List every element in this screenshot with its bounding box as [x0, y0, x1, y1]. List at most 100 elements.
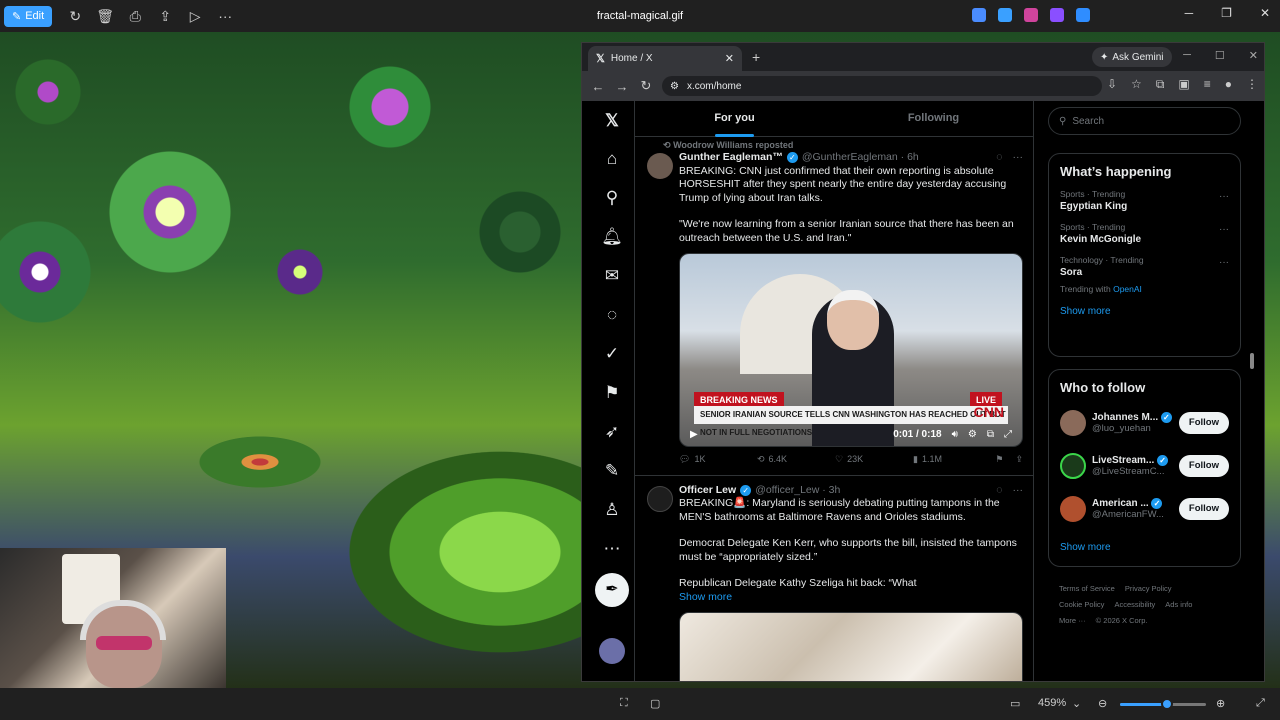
avatar[interactable] — [1060, 409, 1086, 436]
avatar[interactable] — [1060, 452, 1086, 479]
x-logo-icon[interactable]: 𝕏 — [600, 109, 624, 133]
share-icon[interactable]: ⇪ — [1015, 453, 1023, 467]
bookmark-icon[interactable]: ⚑ — [995, 453, 1003, 467]
avatar[interactable] — [647, 485, 673, 512]
chevron-down-icon[interactable]: ⌄ — [1072, 697, 1081, 710]
slideshow-icon[interactable]: ▷ — [180, 8, 210, 25]
zoom-out-icon[interactable]: ⊖ — [1098, 697, 1107, 710]
zoom-slider[interactable] — [1120, 698, 1206, 710]
zoom-in-icon[interactable]: ⊕ — [1216, 697, 1225, 710]
reply-button[interactable]: 💬︎ 1K — [679, 453, 757, 467]
grok-icon[interactable]: ◌ — [600, 303, 624, 327]
tab-home-x[interactable]: 𝕏 Home / X ✕ — [588, 46, 742, 71]
aspect-icon[interactable]: ▭ — [1010, 697, 1020, 710]
follow-button[interactable]: Follow — [1178, 497, 1229, 520]
minimize-icon[interactable]: ─ — [1183, 49, 1191, 62]
reload-icon[interactable]: ↻ — [634, 78, 658, 94]
show-more-link[interactable]: Show more — [1049, 294, 1240, 329]
reading-list-icon[interactable]: ≡ — [1204, 77, 1211, 92]
messages-icon[interactable]: ✉ — [600, 264, 624, 288]
forward-icon[interactable]: → — [610, 79, 634, 94]
grok-icon[interactable]: ◌ — [996, 151, 1002, 165]
more-icon[interactable]: ··· — [1013, 151, 1024, 165]
home-icon[interactable]: ⌂ — [600, 147, 624, 171]
show-more-link[interactable]: Show more — [1049, 530, 1240, 565]
zoom-level[interactable]: 459% — [1038, 697, 1066, 709]
views-button[interactable]: ▮ 1.1M — [913, 453, 991, 467]
more-icon[interactable]: ··· — [210, 8, 240, 24]
follow-suggestion[interactable]: Johannes M... ✓ @luo_yuehan Follow — [1049, 401, 1240, 444]
close-icon[interactable]: ✕ — [1260, 6, 1270, 20]
author-name[interactable]: Gunther Eagleman™ — [679, 151, 783, 165]
back-icon[interactable]: ← — [586, 79, 610, 94]
fullscreen-icon[interactable]: ⤢ — [1256, 697, 1265, 710]
verified-icon[interactable]: ✓ — [600, 342, 624, 366]
explore-icon[interactable]: ⚲ — [600, 186, 624, 210]
more-icon[interactable]: ··· — [1013, 484, 1024, 498]
trend-item[interactable]: Sports · Trending Egyptian King ··· — [1049, 179, 1240, 212]
follow-suggestion[interactable]: American ... ✓ @AmericanFW... Follow — [1049, 487, 1240, 530]
author-name[interactable]: Officer Lew — [679, 484, 736, 498]
install-icon[interactable]: ⇩ — [1107, 77, 1117, 92]
tweet[interactable]: Officer Lew ✓ @officer_Lew · 3h ◌ ··· BRE… — [635, 476, 1033, 681]
profile-icon[interactable]: ● — [1225, 77, 1232, 92]
more-icon[interactable]: ··· — [1219, 257, 1229, 268]
play-icon[interactable]: ▶ — [690, 428, 698, 442]
more-icon[interactable]: ··· — [1219, 224, 1229, 235]
author-handle[interactable]: @officer_Lew · 3h — [755, 484, 840, 498]
close-tab-icon[interactable]: ✕ — [725, 52, 734, 65]
crop-icon[interactable]: ▢ — [650, 697, 660, 710]
avatar[interactable] — [647, 153, 673, 179]
star-icon[interactable]: ☆ — [1131, 77, 1142, 92]
trend-item[interactable]: Sports · Trending Kevin McGonigle ··· — [1049, 212, 1240, 245]
compose-button[interactable]: ✒ — [595, 573, 629, 607]
fullscreen-icon[interactable]: ⤢ — [1004, 428, 1012, 442]
avatar[interactable] — [1060, 495, 1086, 522]
follow-button[interactable]: Follow — [1178, 454, 1229, 477]
minimize-icon[interactable]: ─ — [1185, 6, 1194, 20]
show-more-link[interactable]: Show more — [679, 591, 1023, 605]
extensions-icon[interactable]: ⧉ — [1156, 77, 1165, 92]
app-icon[interactable] — [1024, 8, 1038, 22]
app-icon[interactable] — [998, 8, 1012, 22]
url-field[interactable]: ⚙ x.com/home — [662, 76, 1102, 96]
cloud-icon[interactable] — [1076, 8, 1090, 22]
fit-icon[interactable]: ⛶ — [620, 697, 628, 710]
rocket-icon[interactable]: ➶ — [600, 420, 624, 444]
video-player[interactable]: BREAKING NEWS LIVE SENIOR IRANIAN SOURCE… — [679, 253, 1023, 447]
settings-icon[interactable]: ⚙ — [968, 428, 977, 442]
copilot-icon[interactable] — [972, 8, 986, 22]
search-input[interactable]: ⚲ Search — [1048, 107, 1241, 135]
maximize-icon[interactable]: ❐ — [1221, 6, 1232, 20]
pip-icon[interactable]: ⧉ — [987, 428, 994, 442]
notifications-icon[interactable]: 🔔︎ — [600, 225, 624, 249]
maximize-icon[interactable]: ☐ — [1215, 49, 1225, 62]
trend-item[interactable]: Technology · Trending Sora Trending with… — [1049, 245, 1240, 294]
articles-icon[interactable]: ✎ — [600, 459, 624, 483]
avatar[interactable] — [599, 638, 625, 664]
close-icon[interactable]: ✕ — [1249, 49, 1258, 62]
follow-button[interactable]: Follow — [1178, 411, 1229, 434]
edit-button[interactable]: ✎ Edit — [4, 5, 53, 27]
share-icon[interactable]: ⇪ — [150, 8, 180, 25]
volume-icon[interactable]: 🔊︎ — [952, 428, 958, 442]
site-info-icon[interactable]: ⚙ — [670, 81, 679, 92]
repost-button[interactable]: ⟲ 6.4K — [757, 453, 835, 467]
delete-icon[interactable]: 🗑 — [90, 8, 120, 25]
menu-icon[interactable]: ⋮ — [1246, 77, 1258, 92]
tweet-image[interactable] — [679, 612, 1023, 681]
author-handle[interactable]: @GuntherEagleman · 6h — [802, 151, 919, 165]
more-icon[interactable]: ⋯ — [600, 537, 624, 561]
tab-for-you[interactable]: For you — [635, 101, 834, 137]
ask-gemini-button[interactable]: ✦ Ask Gemini — [1092, 47, 1172, 67]
cast-icon[interactable]: ▣ — [1178, 77, 1189, 92]
more-icon[interactable]: ··· — [1219, 191, 1229, 202]
print-icon[interactable]: ⎙ — [120, 8, 150, 25]
app-icon[interactable] — [1050, 8, 1064, 22]
rotate-icon[interactable]: ↻ — [60, 8, 90, 25]
follow-suggestion[interactable]: LiveStream... ✓ @LiveStreamC... Follow — [1049, 444, 1240, 487]
tweet[interactable]: ⟲ Woodrow Williams reposted Gunther Eagl… — [635, 137, 1033, 476]
new-tab-icon[interactable]: + — [752, 49, 760, 65]
scrollbar[interactable] — [1250, 353, 1254, 369]
profile-icon[interactable]: ♙ — [600, 498, 624, 522]
